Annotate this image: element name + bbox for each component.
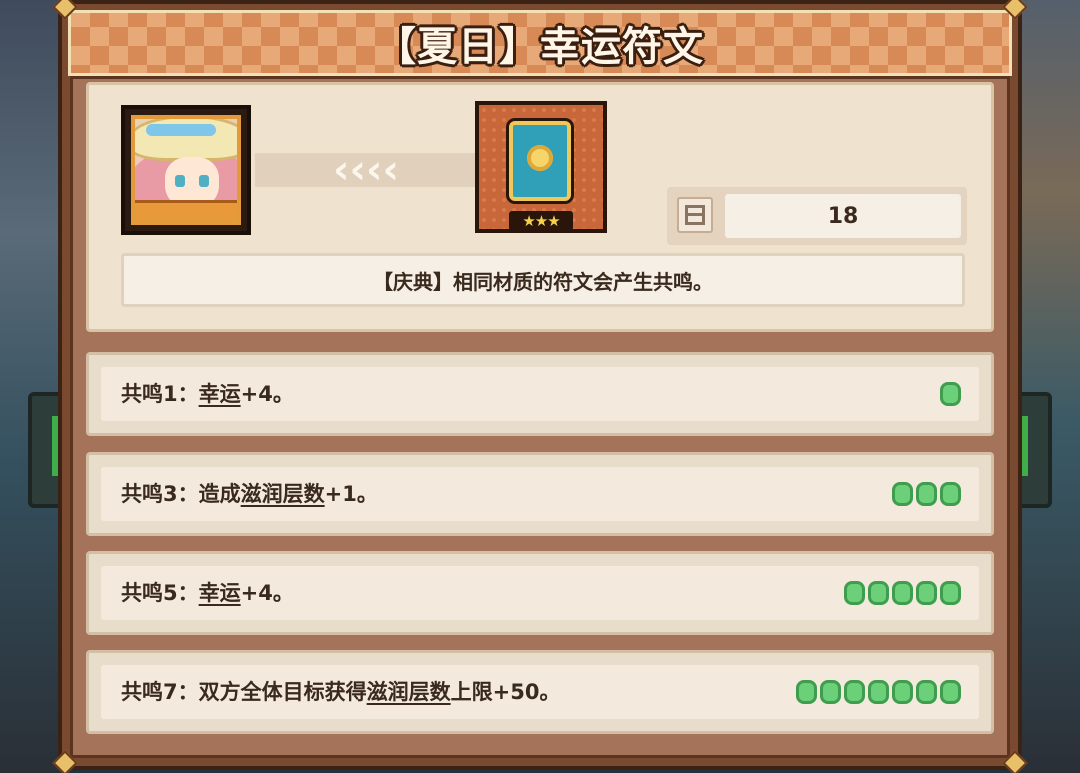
- grid-icon: [677, 197, 713, 233]
- resonance-pips: [844, 581, 961, 605]
- chevron-left-icon: ‹‹‹‹: [333, 147, 399, 193]
- resonance-pips: [892, 482, 961, 506]
- rune-info-card: ‹‹‹‹ ★★★ 18 【庆典】相同材质的符文会产生共鸣。: [86, 82, 994, 332]
- resonance-pip-icon: [940, 482, 961, 506]
- resonance-level: 共鸣3：: [121, 482, 199, 506]
- resonance-row-7: 共鸣7：双方全体目标获得滋润层数上限+50。: [86, 650, 994, 734]
- resonance-pip-icon: [940, 382, 961, 406]
- resonance-pip-icon: [892, 680, 913, 704]
- resonance-text: 共鸣7：双方全体目标获得滋润层数上限+50。: [121, 665, 560, 719]
- keyword-link[interactable]: 幸运: [199, 581, 241, 605]
- resonance-pip-icon: [868, 581, 889, 605]
- transfer-arrow-track: ‹‹‹‹: [255, 147, 477, 193]
- resonance-pre: 双方全体目标获得: [198, 680, 367, 704]
- resonance-pre: 造成: [198, 482, 241, 506]
- resonance-row-5: 共鸣5：幸运+4。: [86, 551, 994, 635]
- stat-display: 18: [667, 187, 967, 245]
- background-left: [0, 0, 60, 773]
- resonance-pip-icon: [820, 680, 841, 704]
- keyword-link[interactable]: 滋润层数: [241, 482, 325, 506]
- stat-value: 18: [725, 194, 961, 238]
- resonance-row-1: 共鸣1：幸运+4。: [86, 352, 994, 436]
- resonance-pip-icon: [796, 680, 817, 704]
- panel-title: 【夏日】幸运符文: [376, 24, 704, 70]
- resonance-pip-icon: [844, 680, 865, 704]
- resonance-text: 共鸣5：幸运+4。: [121, 566, 294, 620]
- resonance-text: 共鸣1：幸运+4。: [121, 367, 294, 421]
- resonance-level: 共鸣5：: [121, 581, 199, 605]
- resonance-pip-icon: [892, 482, 913, 506]
- resonance-pip-icon: [940, 680, 961, 704]
- rune-star-rating: ★★★: [509, 211, 573, 231]
- resonance-pips: [796, 680, 961, 704]
- rune-description: 【庆典】相同材质的符文会产生共鸣。: [121, 253, 965, 307]
- resonance-pips: [940, 382, 961, 406]
- keyword-link[interactable]: 幸运: [199, 382, 241, 406]
- character-portrait-icon: [131, 115, 241, 225]
- resonance-suffix: 上限+50。: [450, 680, 561, 704]
- background-right: [1020, 0, 1080, 773]
- character-portrait[interactable]: [121, 105, 251, 235]
- resonance-level: 共鸣1：: [121, 382, 199, 406]
- resonance-pip-icon: [868, 680, 889, 704]
- keyword-link[interactable]: 滋润层数: [367, 680, 451, 704]
- resonance-pip-icon: [916, 680, 937, 704]
- resonance-pip-icon: [892, 581, 913, 605]
- resonance-pip-icon: [916, 581, 937, 605]
- rune-slot[interactable]: ★★★: [475, 101, 607, 233]
- resonance-level: 共鸣7：: [121, 680, 199, 704]
- resonance-text: 共鸣3：造成滋润层数+1。: [121, 467, 378, 521]
- resonance-pip-icon: [940, 581, 961, 605]
- resonance-pip-icon: [916, 482, 937, 506]
- rune-card-icon: [509, 121, 571, 201]
- resonance-pip-icon: [844, 581, 865, 605]
- resonance-row-3: 共鸣3：造成滋润层数+1。: [86, 452, 994, 536]
- resonance-suffix: +4。: [240, 382, 294, 406]
- resonance-suffix: +4。: [240, 581, 294, 605]
- resonance-suffix: +1。: [324, 482, 378, 506]
- title-banner: 【夏日】幸运符文: [68, 10, 1012, 76]
